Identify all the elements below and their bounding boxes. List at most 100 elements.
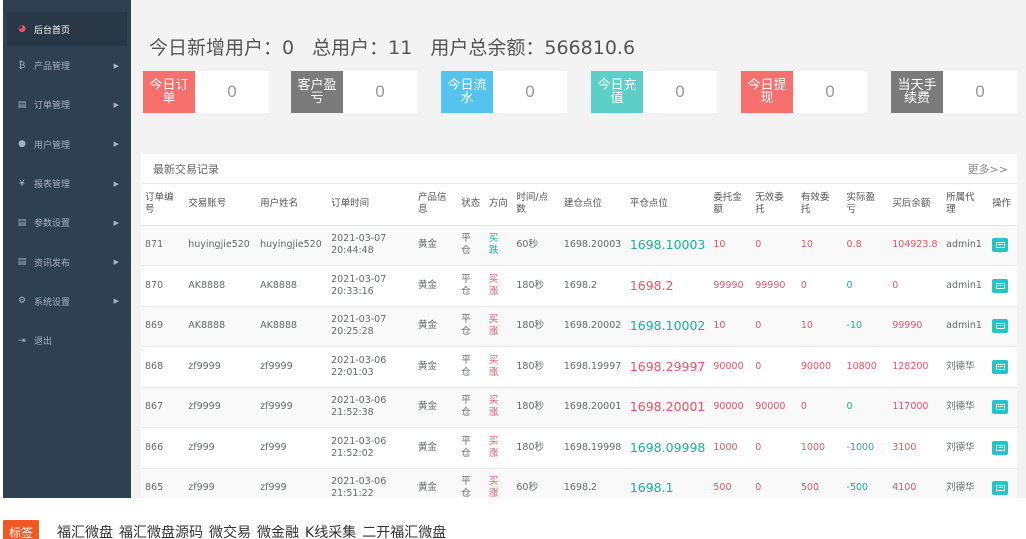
- total-user-balance: 用户总余额：566810.6: [430, 37, 636, 59]
- status-text: 平仓: [461, 395, 471, 419]
- cell-duration: 180秒: [512, 306, 560, 347]
- stat-label: 今日提现: [741, 71, 793, 113]
- cell-entrust: 90000: [709, 387, 752, 428]
- cell-direction: 买跌: [484, 225, 513, 266]
- sidebar-item-6[interactable]: ▤ 资讯发布 ▶: [3, 242, 131, 281]
- view-order-button[interactable]: [992, 359, 1009, 374]
- column-header: 实际盈亏: [842, 184, 889, 226]
- tag-link[interactable]: K线采集: [305, 525, 356, 539]
- tag-link[interactable]: 微交易: [209, 525, 251, 539]
- order-clock: 22:01:03: [331, 366, 374, 378]
- cell-product: 黄金: [414, 387, 458, 428]
- cell-entrust: 10: [709, 225, 752, 266]
- sidebar-item-label: 产品管理: [34, 62, 71, 73]
- cell-close: 1698.20001: [625, 387, 710, 428]
- cell-account: AK8888: [184, 306, 257, 347]
- cell-id: 866: [141, 427, 185, 469]
- sidebar-item-1[interactable]: ₿ 产品管理 ▶: [3, 46, 131, 85]
- cell-close: 1698.2: [625, 265, 710, 307]
- cell-name: zf9999: [256, 346, 328, 388]
- table-row: 866 zf999 zf999 2021-03-06 21:52:02 黄金 平仓 买涨 180…: [141, 427, 1017, 469]
- sidebar-item-label: 参数设置: [34, 219, 71, 230]
- sidebar-item-4[interactable]: ¥ 报表管理 ▶: [3, 164, 131, 203]
- cell-valid: 10: [796, 306, 843, 347]
- stat-label: 当天手续费: [891, 71, 943, 113]
- cell-agent: 刘德华: [942, 468, 989, 498]
- column-header: 订单编号: [141, 184, 185, 226]
- cell-status: 平仓: [457, 387, 485, 428]
- cell-product: 黄金: [414, 468, 458, 498]
- cell-id: 869: [141, 306, 185, 347]
- cell-order-time: 2021-03-06 21:51:22: [327, 468, 414, 498]
- trades-table: 订单编号 交易账号 用户姓名 订单时间 产品信息 状态 方向 时间/点数 建仓点位 平仓点位 委托金…: [141, 184, 1017, 498]
- tag-link[interactable]: 福汇微盘源码: [119, 525, 203, 539]
- tag-link[interactable]: 二开福汇微盘: [362, 525, 446, 539]
- column-header: 无效委托: [751, 184, 797, 226]
- sidebar-item-8[interactable]: ⇥ 退出: [3, 321, 131, 360]
- more-link[interactable]: 更多>>: [968, 161, 1008, 177]
- view-order-button[interactable]: [992, 238, 1009, 253]
- view-order-button[interactable]: [992, 481, 1009, 496]
- view-order-button[interactable]: [992, 319, 1009, 334]
- stat-label: 今日流水: [441, 71, 493, 113]
- cell-name: zf999: [256, 468, 328, 498]
- cell-close: 1698.29997: [625, 346, 710, 388]
- total-users: 总用户：11: [312, 37, 413, 59]
- tags-label: 标签: [3, 520, 40, 539]
- stat-label: 客户盈亏: [291, 71, 343, 113]
- cell-order-time: 2021-03-07 20:25:28: [327, 306, 414, 347]
- table-row: 865 zf999 zf999 2021-03-06 21:51:22 黄金 平仓 买涨 60秒…: [141, 468, 1017, 498]
- cell-balance: 0: [888, 265, 943, 307]
- cell-profit: -1000: [842, 427, 889, 469]
- cell-valid: 0: [796, 265, 843, 307]
- sidebar-item-7[interactable]: ⚙ 系统设置 ▶: [3, 282, 131, 321]
- documents-icon: ▤: [17, 99, 27, 110]
- view-order-button[interactable]: [992, 400, 1009, 415]
- chevron-right-icon: ▶: [113, 179, 119, 188]
- column-header: 有效委托: [796, 184, 843, 226]
- cell-agent: admin1: [942, 265, 989, 307]
- cell-product: 黄金: [414, 225, 458, 266]
- tag-link[interactable]: 福汇微盘: [57, 525, 113, 539]
- cell-status: 平仓: [457, 468, 485, 498]
- direction-text: 买涨: [488, 314, 499, 338]
- cell-id: 870: [141, 265, 185, 307]
- sidebar-item-label: 系统设置: [34, 297, 71, 308]
- cell-valid: 500: [796, 468, 843, 498]
- cell-direction: 买涨: [484, 306, 513, 347]
- cell-valid: 10: [796, 225, 843, 266]
- cell-id: 868: [141, 346, 185, 388]
- sidebar-item-0[interactable]: ◕ 后台首页: [7, 12, 127, 46]
- cell-product: 黄金: [414, 427, 458, 469]
- cell-status: 平仓: [457, 265, 485, 307]
- table-header-row: 订单编号 交易账号 用户姓名 订单时间 产品信息 状态 方向 时间/点数 建仓点位 平仓点位 委托金…: [141, 184, 1017, 226]
- cell-profit: 0.8: [842, 225, 889, 266]
- tag-link[interactable]: 微金融: [257, 525, 299, 539]
- cell-invalid: 0: [751, 306, 797, 347]
- sidebar-item-5[interactable]: ▤ 参数设置 ▶: [3, 203, 131, 242]
- cell-invalid: 90000: [751, 387, 797, 428]
- cell-operation: [988, 427, 1017, 469]
- bitcoin-icon: ₿: [18, 61, 26, 72]
- cell-open: 1698.2: [559, 468, 626, 498]
- column-header: 时间/点数: [512, 184, 560, 226]
- view-order-button[interactable]: [992, 440, 1009, 455]
- stats-row: 今日订单 0 客户盈亏 0 今日流水 0 今日充值 0 今日提现 0 当天手续费 0: [143, 71, 1023, 113]
- cell-balance: 3100: [888, 427, 943, 469]
- cell-close: 1698.10002: [625, 306, 710, 347]
- chevron-right-icon: ▶: [113, 297, 119, 306]
- cell-duration: 180秒: [512, 346, 560, 388]
- stat-value: 0: [975, 82, 985, 101]
- sidebar-item-2[interactable]: ▤ 订单管理 ▶: [3, 85, 131, 124]
- cell-order-time: 2021-03-06 21:52:02: [327, 427, 414, 469]
- cell-open: 1698.20003: [559, 225, 626, 266]
- cell-direction: 买涨: [484, 265, 513, 307]
- cell-direction: 买涨: [484, 346, 513, 388]
- view-order-button[interactable]: [992, 278, 1009, 293]
- direction-text: 买涨: [488, 476, 499, 498]
- column-header: 建仓点位: [559, 184, 626, 226]
- cell-entrust: 1000: [709, 427, 752, 469]
- direction-text: 买涨: [488, 395, 499, 419]
- card-icon: [995, 444, 1005, 451]
- sidebar-item-3[interactable]: ● 用户管理 ▶: [3, 125, 131, 164]
